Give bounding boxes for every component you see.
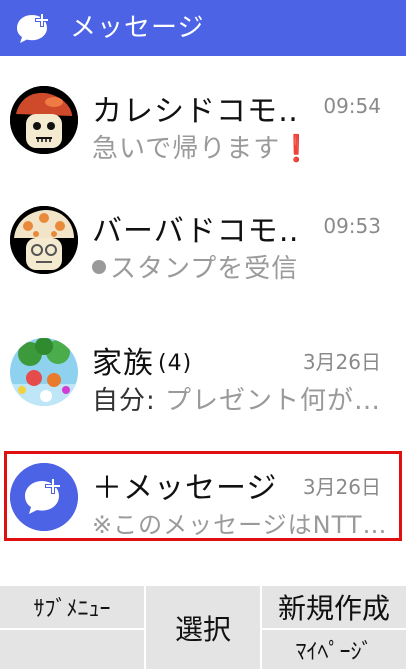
plus-message-app-icon [17, 13, 49, 43]
preview-text: 急いで帰ります [92, 134, 281, 164]
app-header: メッセージ [0, 0, 406, 56]
thread-preview: スタンプを受信 [92, 248, 298, 285]
avatar [10, 206, 78, 274]
thread-name: バーバドコモ‥ [92, 214, 300, 249]
empty-softkey[interactable] [0, 630, 144, 669]
thread-time: 3月26日 [302, 350, 381, 374]
thread-preview: 自分: プレゼント何が… [92, 380, 381, 417]
unread-count: (4) [158, 351, 193, 376]
thread-name: 家族 (4) [92, 338, 192, 382]
page-title: メッセージ [70, 13, 205, 43]
thread-item[interactable]: バーバドコモ‥ 09:53 スタンプを受信 [0, 186, 406, 294]
thread-item[interactable]: 家族 (4) 3月26日 自分: プレゼント何が… [0, 318, 406, 426]
preview-text: プレゼント何が… [165, 386, 382, 416]
avatar [10, 338, 78, 406]
submenu-softkey[interactable]: ｻﾌﾞﾒﾆｭｰ [0, 586, 144, 628]
thread-item[interactable]: カレシドコモ‥ 09:54 急いで帰ります❗ [0, 66, 406, 174]
selection-highlight [4, 451, 402, 541]
mypage-softkey[interactable]: ﾏｲﾍﾟｰｼﾞ [262, 630, 406, 669]
avatar [10, 86, 78, 154]
thread-time: 09:53 [323, 214, 381, 238]
alert-mark: ❗ [280, 134, 314, 164]
new-message-softkey[interactable]: 新規作成 [262, 586, 406, 628]
thread-time: 09:54 [323, 94, 381, 118]
thread-name-text: 家族 [92, 346, 154, 381]
thread-preview: 急いで帰ります❗ [92, 128, 314, 165]
preview-text: スタンプを受信 [110, 254, 299, 284]
stamp-icon [92, 260, 106, 274]
thread-name: カレシドコモ‥ [92, 94, 300, 129]
sender-prefix: 自分: [92, 386, 166, 416]
select-softkey[interactable]: 選択 [146, 586, 260, 669]
